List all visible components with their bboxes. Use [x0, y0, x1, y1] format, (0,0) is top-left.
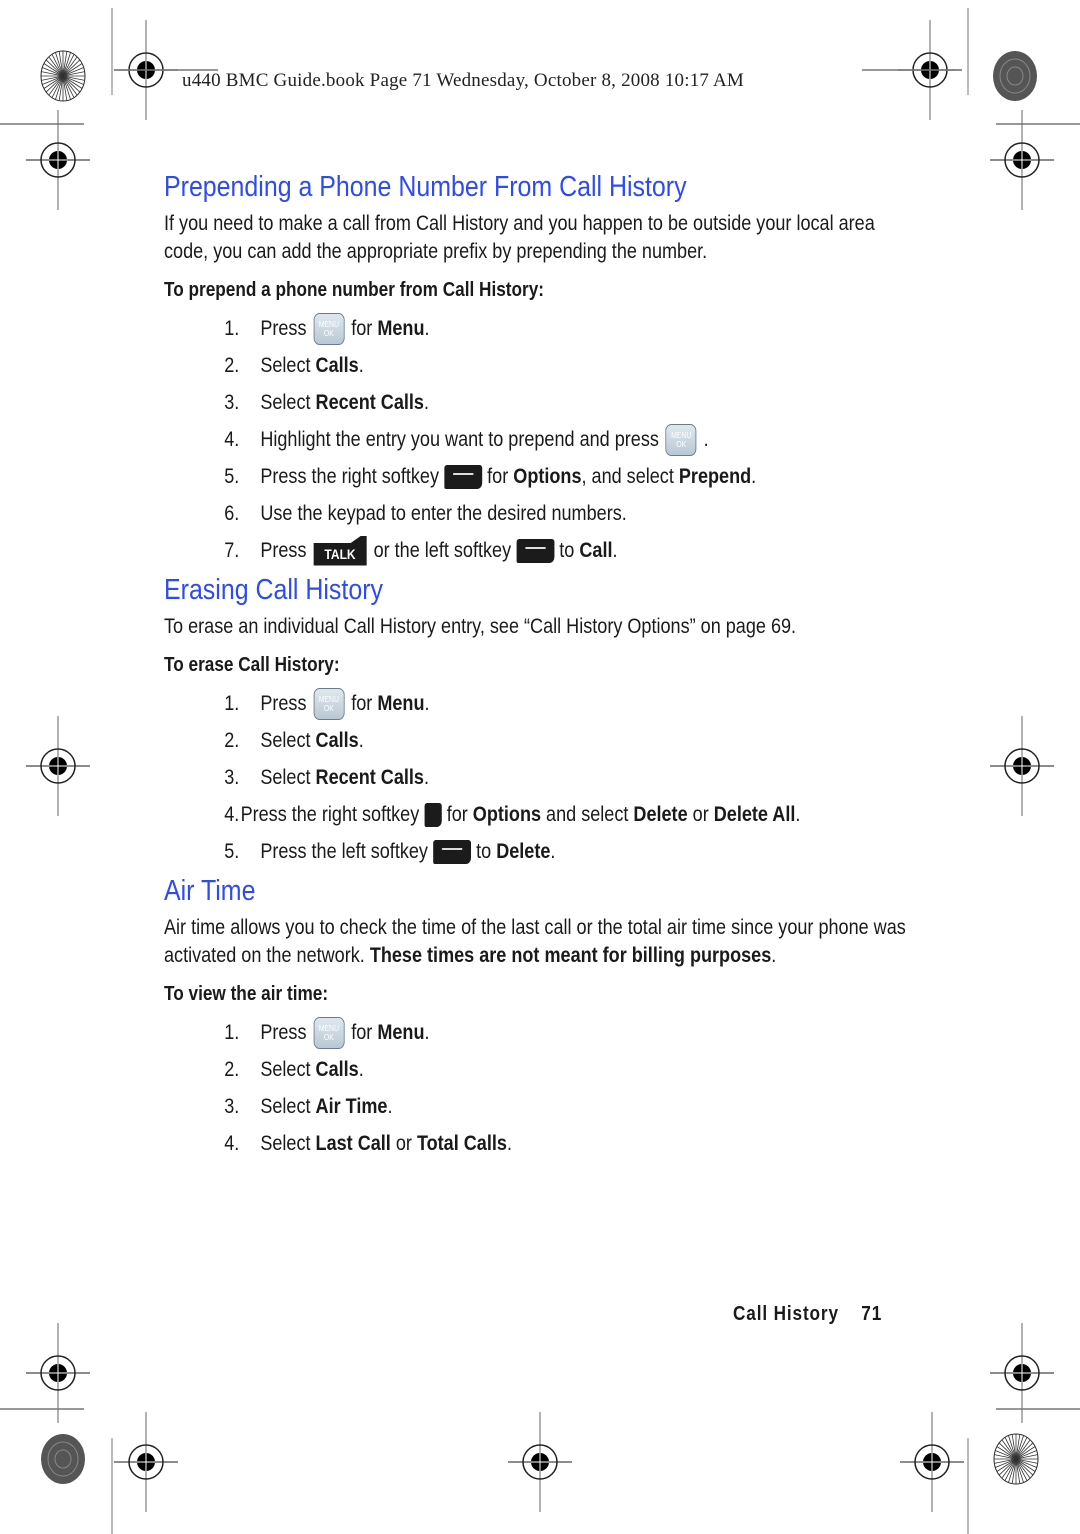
registration-mark-bottom-right	[899, 1411, 965, 1513]
step: 7. Press TALK or the left softkey to Call.	[164, 532, 800, 569]
talk-key-icon: TALK	[313, 535, 367, 566]
step: 1. Press MENU OK for Menu.	[164, 685, 800, 722]
step: 2. Select Calls.	[224, 1057, 364, 1081]
step: 6. Use the keypad to enter the desired nu…	[224, 501, 627, 525]
footer-section-name: Call History	[733, 1303, 839, 1325]
section-erasing: Erasing Call History To erase an individ…	[164, 571, 904, 870]
section-intro: To erase an individual Call History entr…	[164, 615, 797, 638]
section-air-time: Air Time Air time allows you to check th…	[164, 872, 906, 1162]
step: 5. Press the right softkey for Options, an…	[224, 464, 757, 489]
star-target-bottom-right	[993, 1433, 1039, 1485]
procedure-title: To prepend a phone number from Call Hist…	[164, 279, 545, 301]
menu-ok-key-icon: MENU OK	[313, 1016, 345, 1049]
steps-list: 1. Press MENU OK for Menu. 2. Select Calls. 3…	[164, 1014, 904, 1162]
page-content: Prepending a Phone Number From Call Hist…	[164, 168, 906, 1162]
section-title: Erasing Call History	[164, 574, 383, 606]
star-target-top-left	[40, 50, 86, 102]
menu-ok-key-icon: MENU OK	[665, 423, 697, 456]
page-number: 71	[861, 1303, 883, 1325]
registration-mark-left-upper	[25, 109, 91, 211]
steps-list: 1. Press MENU OK for Menu. 2. Select Calls. 3…	[164, 310, 904, 569]
step: 1. Press MENU OK for Menu.	[164, 1014, 800, 1051]
section-prepending: Prepending a Phone Number From Call Hist…	[164, 168, 904, 569]
menu-ok-key-icon: MENU OK	[313, 687, 345, 720]
left-softkey-icon	[516, 538, 555, 563]
registration-mark-right-lower	[989, 1322, 1055, 1424]
page-footer: Call History 71	[733, 1303, 882, 1326]
density-disc-bottom-left	[41, 1434, 85, 1484]
section-intro: Air time allows you to check the time of…	[164, 916, 906, 967]
procedure-title: To erase Call History:	[164, 654, 340, 676]
step: 3. Select Recent Calls.	[224, 765, 429, 789]
menu-ok-key-icon: MENU OK	[313, 312, 345, 345]
registration-mark-bottom-left	[113, 1411, 179, 1513]
step: 4. Select Last Call or Total Calls.	[224, 1131, 512, 1155]
step: 5. Press the left softkey to Delete.	[224, 839, 556, 864]
step: 2. Select Calls.	[224, 728, 364, 752]
step: 1. Press MENU OK for Menu.	[164, 310, 800, 347]
step: 2. Select Calls.	[224, 353, 364, 377]
registration-mark-left-middle	[25, 715, 91, 817]
registration-mark-right-upper	[989, 109, 1055, 211]
section-title: Prepending a Phone Number From Call Hist…	[164, 171, 687, 203]
billing-note: These times are not meant for billing pu…	[369, 944, 772, 967]
right-softkey-icon	[444, 464, 482, 489]
registration-mark-bottom-center	[507, 1411, 573, 1513]
step: 4. Highlight the entry you want to prepen…	[164, 421, 800, 458]
step: 3. Select Air Time.	[224, 1094, 393, 1118]
registration-mark-right-middle	[989, 715, 1055, 817]
right-softkey-icon	[424, 802, 442, 827]
step: 3. Select Recent Calls.	[224, 390, 429, 414]
registration-mark-left-lower	[25, 1322, 91, 1424]
section-title: Air Time	[164, 875, 256, 907]
print-slug: u440 BMC Guide.book Page 71 Wednesday, O…	[182, 70, 745, 91]
procedure-title: To view the air time:	[164, 983, 329, 1005]
density-disc-top-right	[993, 51, 1037, 101]
steps-list: 1. Press MENU OK for Menu. 2. Select Calls. 3…	[164, 685, 904, 870]
section-intro: If you need to make a call from Call His…	[164, 212, 875, 263]
left-softkey-icon	[433, 839, 471, 864]
step: 4. Press the right softkey for Options and…	[224, 802, 801, 827]
